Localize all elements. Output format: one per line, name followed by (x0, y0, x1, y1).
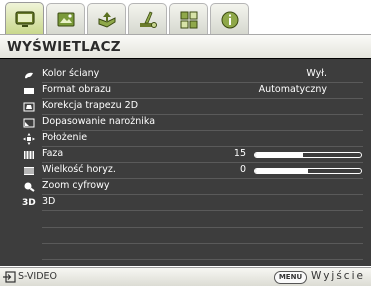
menu-panel: Kolor ściany Wył. Format obrazu Automaty… (0, 58, 371, 266)
h-size-slider[interactable] (254, 168, 362, 174)
phase-slider-fill (255, 153, 303, 157)
menu-item-label: Format obrazu (42, 84, 112, 95)
menu-key-button[interactable]: MENU (274, 271, 307, 284)
settings-advanced-icon (180, 11, 198, 29)
menu-item-h-size[interactable]: Wielkość horyz. 0 (0, 163, 371, 179)
keystone-icon (22, 101, 35, 113)
projector-osd: WYŚWIETLACZ Kolor ściany Wył. Format obr… (0, 0, 371, 286)
status-footer: S-VIDEO MENU Wyjście (0, 267, 371, 286)
aspect-ratio-icon (22, 85, 35, 97)
menu-item-aspect-ratio[interactable]: Format obrazu Automatyczny (0, 83, 371, 99)
tab-display[interactable] (5, 2, 44, 35)
h-size-value: 0 (239, 164, 246, 175)
tab-strip (0, 0, 371, 35)
display-monitor-icon (15, 11, 35, 27)
tab-settings-advanced[interactable] (169, 3, 208, 34)
menu-item-wall-color[interactable]: Kolor ściany Wył. (0, 67, 371, 83)
menu-item-label: Korekcja trapezu 2D (42, 100, 139, 111)
menu-item-label: Dopasowanie narożnika (42, 116, 156, 127)
menu-item-label: Faza (42, 148, 64, 159)
menu-header: WYŚWIETLACZ (0, 34, 371, 58)
tab-source[interactable] (87, 3, 126, 34)
menu-item-3d[interactable]: 3D 3D (0, 195, 371, 211)
menu-item-position[interactable]: Położenie (0, 131, 371, 147)
h-size-slider-fill (255, 169, 308, 173)
h-size-icon (22, 165, 35, 177)
tab-settings-basic[interactable] (128, 3, 167, 34)
row-separator (42, 227, 363, 228)
menu-item-corner-fit[interactable]: Dopasowanie narożnika (0, 115, 371, 131)
exit-label[interactable]: Wyjście (311, 270, 365, 282)
menu-item-value: Wył. (306, 68, 327, 79)
settings-basic-icon (140, 11, 157, 28)
wall-color-icon (22, 69, 35, 81)
tab-picture[interactable] (46, 3, 85, 34)
digital-zoom-icon (22, 181, 35, 193)
menu-item-keystone[interactable]: Korekcja trapezu 2D (0, 99, 371, 115)
source-input-icon (98, 12, 116, 28)
menu-item-label: Kolor ściany (42, 68, 100, 79)
tab-information[interactable] (210, 3, 249, 34)
phase-icon (22, 149, 35, 161)
3d-icon: 3D (22, 198, 36, 208)
menu-item-label: Położenie (42, 132, 88, 143)
information-icon (221, 11, 239, 29)
menu-item-digital-zoom[interactable]: Zoom cyfrowy (0, 179, 371, 195)
menu-item-value: Automatyczny (258, 84, 327, 95)
phase-slider[interactable] (254, 152, 362, 158)
menu-item-label: 3D (42, 196, 56, 207)
menu-item-phase[interactable]: Faza 15 (0, 147, 371, 163)
phase-value: 15 (233, 148, 246, 159)
row-separator (42, 210, 363, 211)
menu-item-label: Zoom cyfrowy (42, 180, 110, 191)
input-source-icon (3, 271, 16, 283)
corner-fit-icon (22, 117, 35, 129)
row-separator (42, 259, 363, 260)
picture-tools-icon (57, 12, 75, 27)
menu-item-label: Wielkość horyz. (42, 164, 116, 175)
row-separator (42, 243, 363, 244)
current-source: S-VIDEO (18, 271, 57, 282)
page-title: WYŚWIETLACZ (7, 39, 121, 55)
position-icon (22, 133, 35, 145)
